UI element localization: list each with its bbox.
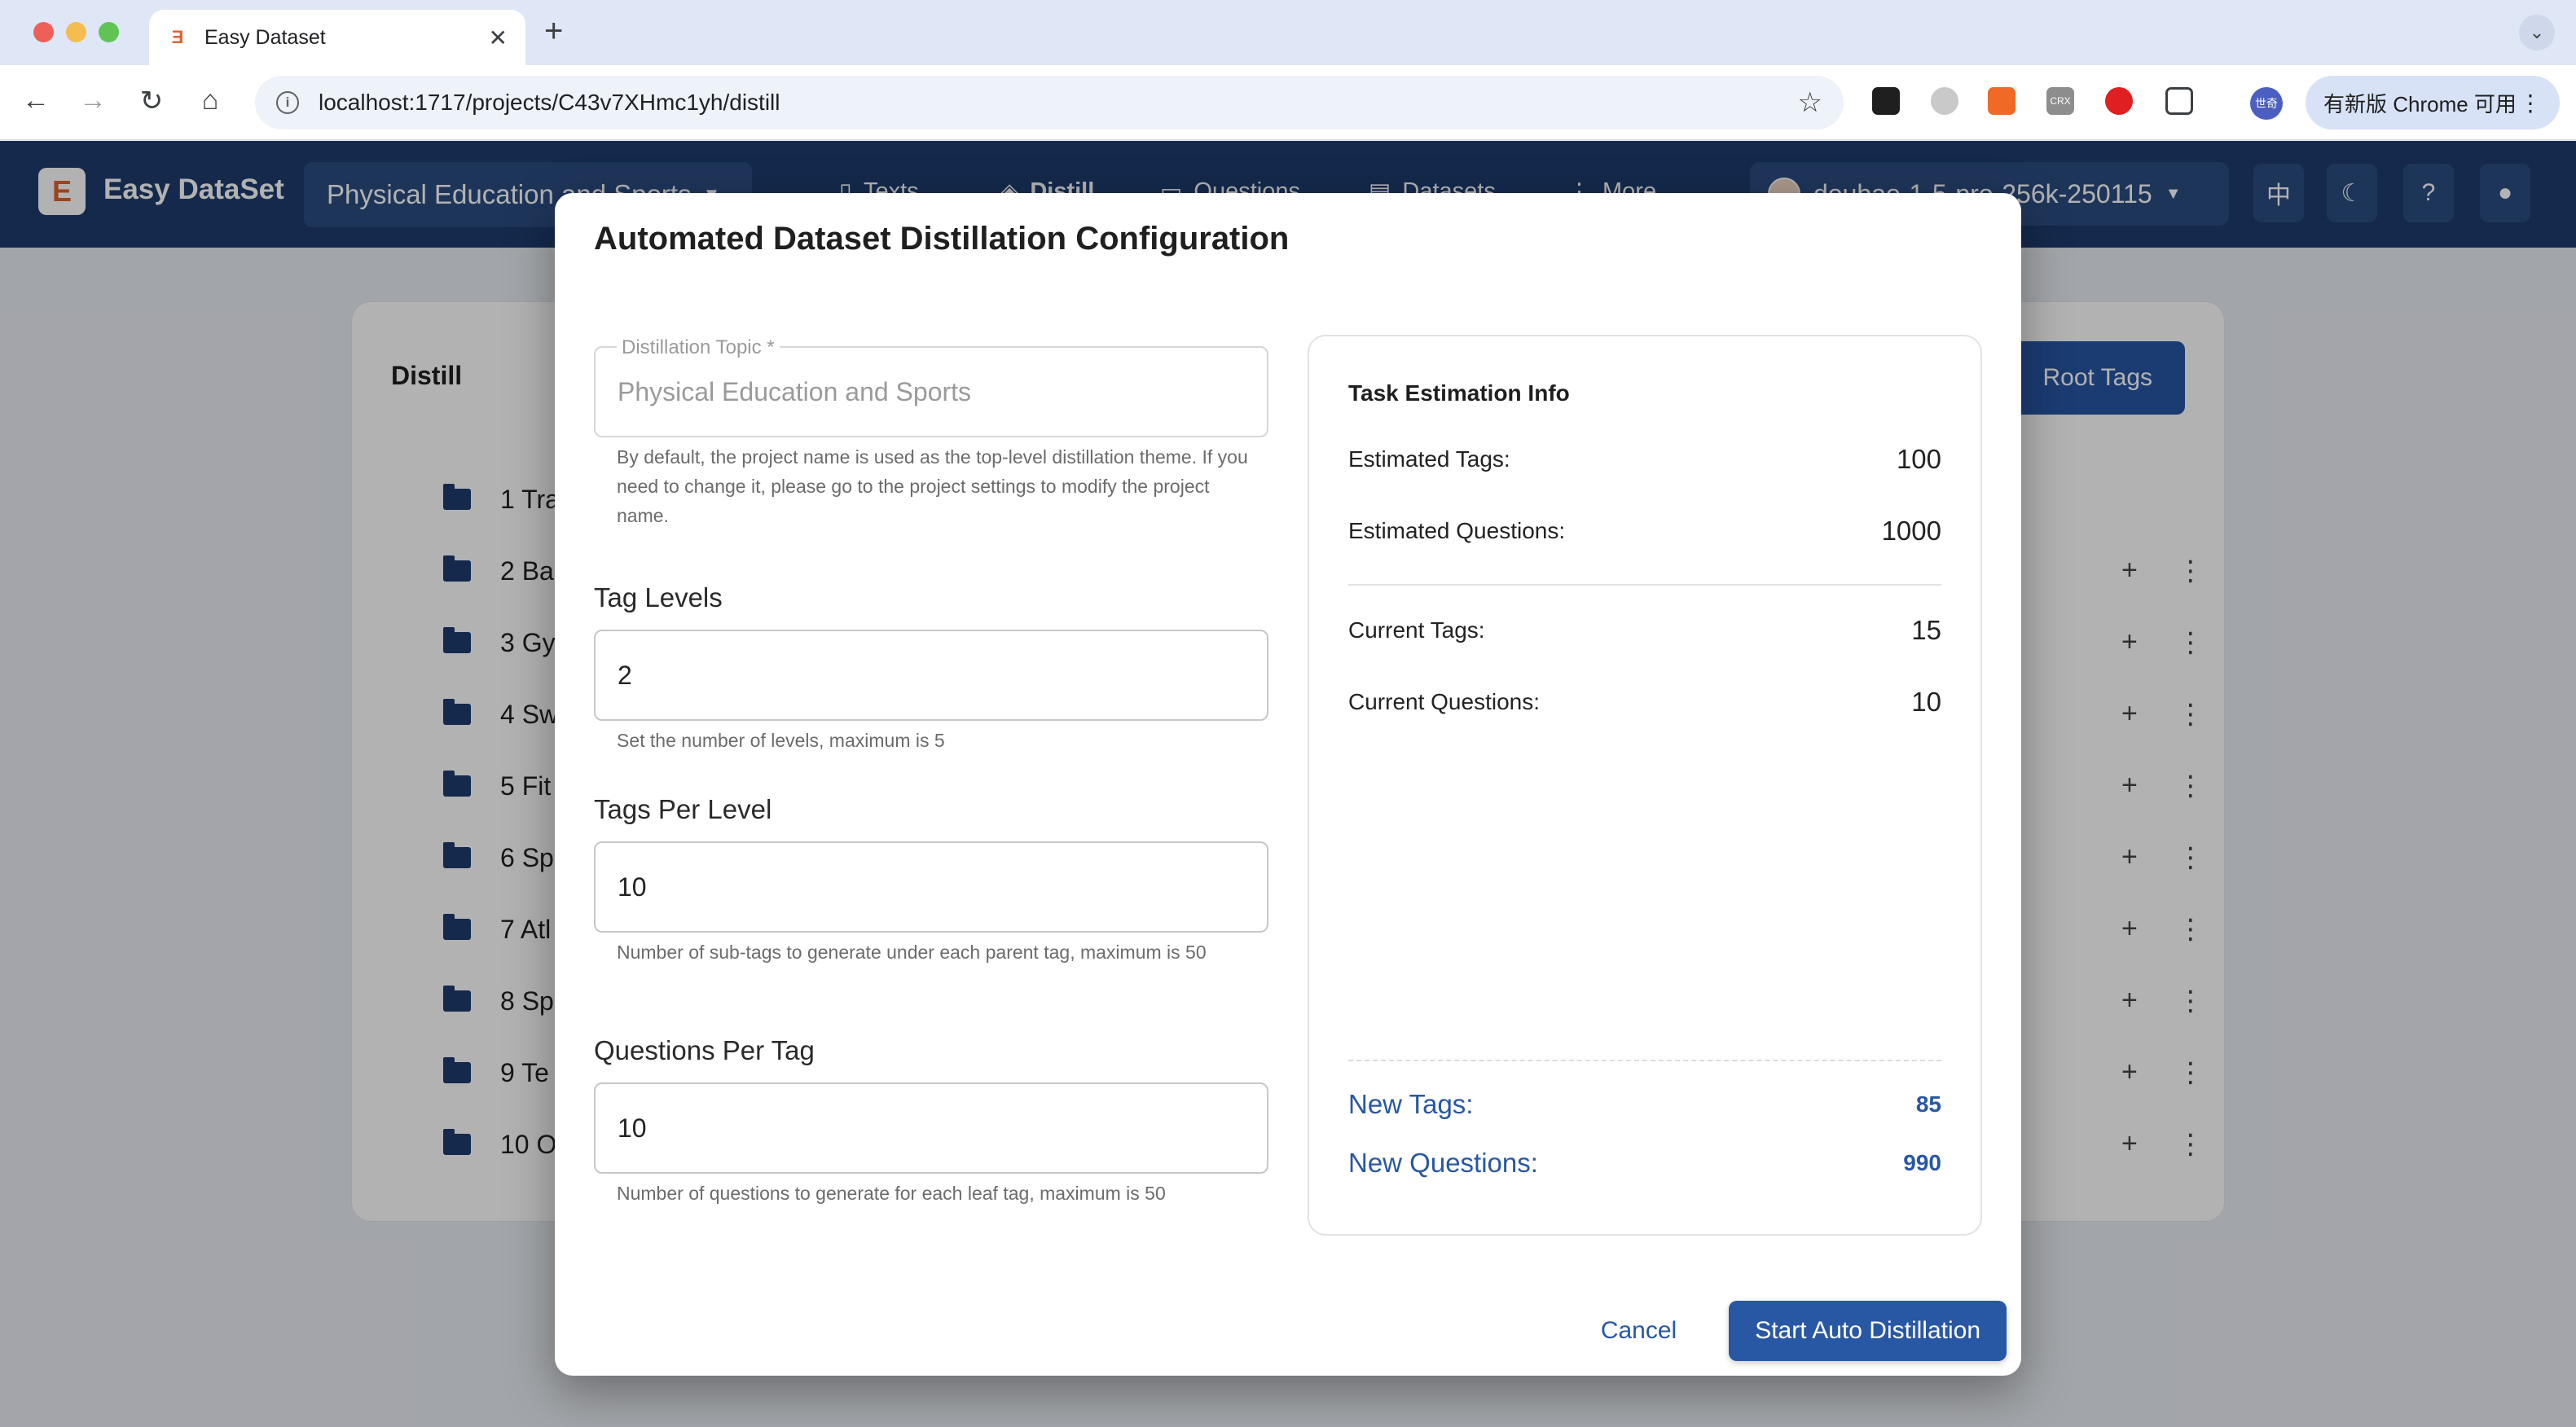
new-tags-label: New Tags: <box>1348 1089 1474 1119</box>
chrome-menu-icon[interactable]: ⋮ <box>2519 90 2542 116</box>
window-maximize-button[interactable] <box>99 22 119 42</box>
distillation-topic-label: Distillation Topic * <box>617 336 780 359</box>
tag-levels-label: Tag Levels <box>594 582 723 613</box>
new-questions-value: 990 <box>1903 1150 1941 1175</box>
new-tab-button[interactable]: + <box>544 13 563 50</box>
distillation-topic-value: Physical Education and Sports <box>618 376 972 406</box>
estimation-title: Task Estimation Info <box>1348 380 1570 406</box>
estimated-tags-value: 100 <box>1896 444 1941 474</box>
questions-per-tag-input[interactable]: 10 <box>594 1082 1268 1174</box>
current-questions-value: 10 <box>1911 687 1941 717</box>
new-tags-row: New Tags: 85 <box>1348 1089 1941 1120</box>
current-tags-value: 15 <box>1911 615 1941 645</box>
current-questions-row: Current Questions: 10 <box>1348 687 1941 718</box>
current-questions-label: Current Questions: <box>1348 689 1540 714</box>
back-arrow-icon[interactable]: ← <box>18 85 54 116</box>
estimated-tags-row: Estimated Tags: 100 <box>1348 444 1941 475</box>
tags-per-level-label: Tags Per Level <box>594 794 772 824</box>
tags-per-level-value[interactable]: 10 <box>618 872 647 902</box>
extension-globe-icon[interactable] <box>1931 87 1958 115</box>
tab-search-chevron-icon[interactable]: ⌄ <box>2519 15 2555 50</box>
distillation-topic-helper: By default, the project name is used as … <box>617 446 1248 526</box>
chrome-update-label: 有新版 Chrome 可用 <box>2323 91 2517 116</box>
url-text[interactable]: localhost:1717/projects/C43v7XHmc1yh/dis… <box>319 90 1798 116</box>
tab-close-icon[interactable]: ✕ <box>489 24 508 51</box>
chrome-update-button[interactable]: 有新版 Chrome 可用 ⋮ <box>2306 76 2560 130</box>
easy-dataset-favicon-icon: Ǝ <box>171 27 184 47</box>
tag-levels-helper: Set the number of levels, maximum is 5 <box>617 730 945 751</box>
dashed-divider <box>1348 1060 1941 1061</box>
profile-avatar[interactable]: 世奇 <box>2250 87 2283 120</box>
questions-per-tag-helper: Number of questions to generate for each… <box>617 1183 1166 1204</box>
home-icon[interactable]: ⌂ <box>192 85 228 116</box>
dialog-actions: Cancel Start Auto Distillation <box>1585 1301 2007 1361</box>
task-estimation-panel: Task Estimation Info Estimated Tags: 100… <box>1308 335 1982 1236</box>
start-auto-distillation-button[interactable]: Start Auto Distillation <box>1729 1301 2007 1361</box>
cancel-button[interactable]: Cancel <box>1585 1302 1693 1359</box>
new-questions-row: New Questions: 990 <box>1348 1148 1941 1179</box>
estimated-tags-label: Estimated Tags: <box>1348 446 1510 472</box>
distillation-topic-field: Distillation Topic * Physical Education … <box>594 336 1268 437</box>
estimated-questions-label: Estimated Questions: <box>1348 518 1566 543</box>
extension-crx-icon[interactable]: CRX <box>2046 87 2074 115</box>
divider <box>1348 584 1941 586</box>
bookmark-star-icon[interactable]: ☆ <box>1798 86 1822 119</box>
current-tags-row: Current Tags: 15 <box>1348 615 1941 646</box>
window-close-button[interactable] <box>33 22 54 42</box>
extension-red-icon[interactable] <box>2105 87 2133 115</box>
extensions-puzzle-icon[interactable] <box>2165 87 2193 115</box>
extension-orange-icon[interactable] <box>1988 87 2016 115</box>
tag-levels-input[interactable]: 2 <box>594 630 1268 721</box>
dialog-title: Automated Dataset Distillation Configura… <box>594 221 1290 257</box>
address-bar[interactable]: i localhost:1717/projects/C43v7XHmc1yh/d… <box>255 76 1844 130</box>
window-minimize-button[interactable] <box>66 22 86 42</box>
tab-title: Easy Dataset <box>204 25 326 49</box>
estimated-questions-row: Estimated Questions: 1000 <box>1348 516 1941 547</box>
extension-glasses-icon[interactable] <box>1872 87 1900 115</box>
tags-per-level-helper: Number of sub-tags to generate under eac… <box>617 942 1207 963</box>
forward-arrow-icon[interactable]: → <box>75 85 111 116</box>
current-tags-label: Current Tags: <box>1348 617 1485 643</box>
browser-tab-strip: Ǝ Easy Dataset ✕ + ⌄ <box>0 0 2576 65</box>
new-tags-value: 85 <box>1915 1091 1941 1117</box>
reload-icon[interactable]: ↻ <box>134 85 169 117</box>
questions-per-tag-value[interactable]: 10 <box>618 1113 647 1144</box>
site-info-icon[interactable]: i <box>276 91 299 114</box>
new-questions-label: New Questions: <box>1348 1148 1538 1178</box>
tag-levels-value[interactable]: 2 <box>618 661 632 691</box>
questions-per-tag-label: Questions Per Tag <box>594 1035 815 1065</box>
tags-per-level-input[interactable]: 10 <box>594 841 1268 933</box>
estimated-questions-value: 1000 <box>1881 516 1941 546</box>
browser-tab[interactable]: Ǝ Easy Dataset ✕ <box>149 10 525 65</box>
auto-distill-dialog: Automated Dataset Distillation Configura… <box>555 193 2021 1376</box>
